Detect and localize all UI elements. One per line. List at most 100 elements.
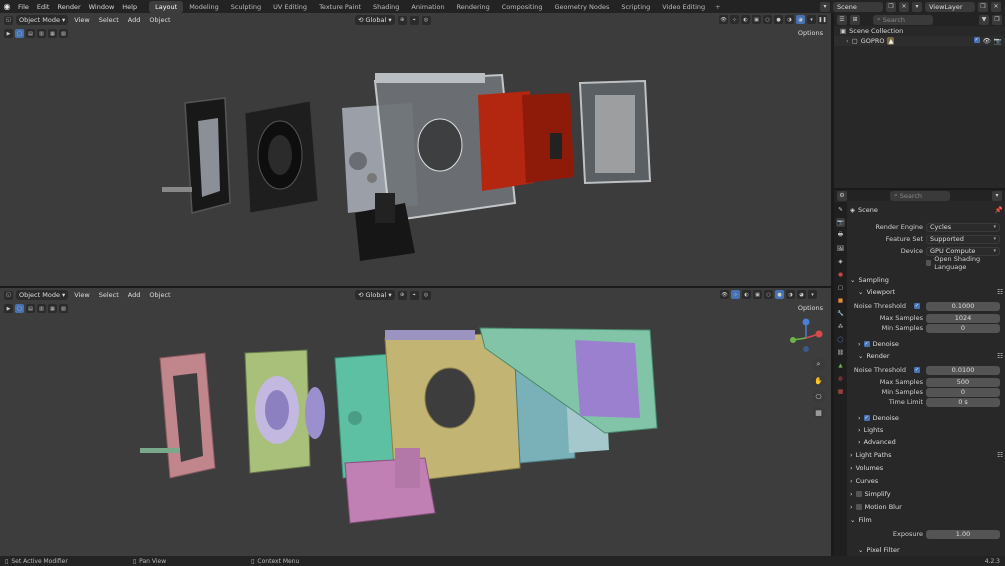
- outliner-editor-icon[interactable]: ☰: [837, 14, 847, 25]
- pan-hand-icon[interactable]: ✋: [812, 374, 825, 387]
- viewlayer-field[interactable]: ViewLayer: [925, 1, 975, 12]
- select-extend-icon[interactable]: ▤: [26, 304, 35, 313]
- shading-rendered-icon[interactable]: ◕: [796, 15, 805, 24]
- object-tab-icon[interactable]: ■: [836, 296, 845, 305]
- preset-list-icon[interactable]: ☷: [997, 352, 1003, 360]
- properties-editor-icon[interactable]: ⚙: [837, 190, 847, 201]
- editor-type-icon[interactable]: ◱: [4, 290, 13, 300]
- feature-set-select[interactable]: Supported ▾: [926, 234, 1000, 244]
- filter-icon[interactable]: ▼: [979, 14, 989, 25]
- new-viewlayer-icon[interactable]: ❐: [978, 1, 988, 12]
- r-noise-field[interactable]: 0.0100: [926, 365, 1000, 375]
- r-noise-checkbox[interactable]: ✓: [914, 367, 920, 373]
- tab-animation[interactable]: Animation: [405, 1, 450, 13]
- eye-icon[interactable]: 👁: [983, 37, 991, 45]
- viewlayer-browse-icon[interactable]: ▾: [912, 1, 922, 12]
- tab-scripting[interactable]: Scripting: [615, 1, 656, 13]
- pixel-filter-subpanel[interactable]: ⌄ Pixel Filter: [858, 544, 1003, 555]
- volumes-panel[interactable]: › Volumes: [850, 462, 1003, 473]
- viewport-rendered[interactable]: ◱ Object Mode ▾ View Select Add Object ⟲…: [0, 13, 831, 286]
- options-dropdown[interactable]: Options: [794, 29, 827, 38]
- properties-options-icon[interactable]: ▾: [992, 190, 1002, 201]
- menu-select[interactable]: Select: [96, 291, 122, 299]
- exposure-field[interactable]: 1.00: [926, 529, 1000, 539]
- visibility-icon[interactable]: 👁: [719, 15, 728, 24]
- shading-wireframe-icon[interactable]: ○: [764, 290, 773, 299]
- tab-compositing[interactable]: Compositing: [496, 1, 549, 13]
- shading-solid-icon[interactable]: ●: [774, 15, 783, 24]
- menu-view[interactable]: View: [71, 291, 92, 299]
- menu-add[interactable]: Add: [125, 291, 144, 299]
- snap-icon[interactable]: ⌖: [409, 290, 419, 300]
- viewport-subpanel[interactable]: ⌄ Viewport ☷: [858, 286, 1003, 297]
- zoom-icon[interactable]: ⌕: [812, 358, 825, 371]
- tab-sculpting[interactable]: Sculpting: [225, 1, 267, 13]
- menu-file[interactable]: File: [14, 3, 33, 11]
- editor-type-icon[interactable]: ◱: [4, 15, 13, 25]
- gizmo-toggle-icon[interactable]: ⊹: [730, 15, 739, 24]
- tab-uv-editing[interactable]: UV Editing: [267, 1, 313, 13]
- camera-icon[interactable]: 📷: [994, 37, 1002, 45]
- modifier-tab-icon[interactable]: 🔧: [836, 309, 845, 318]
- xray-icon[interactable]: ▣: [752, 15, 761, 24]
- shading-wireframe-icon[interactable]: ○: [763, 15, 772, 24]
- display-mode-icon[interactable]: ⊞: [850, 14, 860, 25]
- tool-tab-icon[interactable]: ✎: [836, 205, 845, 214]
- physics-tab-icon[interactable]: ◯: [836, 335, 845, 344]
- menu-render[interactable]: Render: [53, 3, 84, 11]
- vp-noise-checkbox[interactable]: ✓: [914, 303, 920, 309]
- menu-object[interactable]: Object: [146, 16, 173, 24]
- select-intersect-icon[interactable]: ▧: [59, 304, 68, 313]
- preset-list-icon[interactable]: ☷: [997, 288, 1003, 296]
- menu-view[interactable]: View: [71, 16, 92, 24]
- blender-logo-icon[interactable]: ◉: [0, 0, 14, 13]
- vp-max-samples-field[interactable]: 1024: [926, 313, 1000, 323]
- r-max-samples-field[interactable]: 500: [926, 377, 1000, 387]
- sampling-panel[interactable]: ⌄ Sampling: [850, 274, 1003, 285]
- shading-options-icon[interactable]: ▾: [807, 15, 816, 24]
- vp-denoise-subpanel[interactable]: › ✓ Denoise: [858, 338, 1003, 349]
- pause-render-icon[interactable]: ❚❚: [818, 15, 827, 24]
- menu-object[interactable]: Object: [146, 291, 173, 299]
- vp-min-samples-field[interactable]: 0: [926, 323, 1000, 333]
- navigation-gizmo[interactable]: [789, 318, 823, 352]
- r-denoise-checkbox[interactable]: ✓: [863, 414, 870, 421]
- data-tab-icon[interactable]: ▲: [836, 361, 845, 370]
- overlay-icon[interactable]: ◐: [741, 15, 750, 24]
- simplify-panel[interactable]: › Simplify: [850, 488, 1003, 499]
- menu-help[interactable]: Help: [118, 3, 141, 11]
- menu-add[interactable]: Add: [125, 16, 144, 24]
- shading-material-icon[interactable]: ◑: [785, 15, 794, 24]
- particles-tab-icon[interactable]: ⁂: [836, 322, 845, 331]
- render-tab-icon[interactable]: 📷: [836, 218, 845, 227]
- curves-panel[interactable]: › Curves: [850, 475, 1003, 486]
- light-paths-panel[interactable]: › Light Paths ☷: [850, 449, 1003, 460]
- motion-blur-checkbox[interactable]: [855, 503, 862, 510]
- scene-tab-icon[interactable]: ◈: [836, 257, 845, 266]
- play-icon[interactable]: ▶: [4, 304, 13, 313]
- pivot-icon[interactable]: ⊕: [397, 15, 407, 25]
- render-subpanel[interactable]: ⌄ Render ☷: [858, 350, 1003, 361]
- delete-scene-icon[interactable]: ✕: [899, 1, 909, 12]
- r-min-samples-field[interactable]: 0: [926, 387, 1000, 397]
- xray-icon[interactable]: ▣: [753, 290, 762, 299]
- expand-chevron-icon[interactable]: ›: [846, 37, 849, 45]
- select-box-icon[interactable]: ▢: [15, 29, 24, 38]
- vp-noise-field[interactable]: 0.1000: [926, 301, 1000, 311]
- add-workspace-icon[interactable]: +: [711, 3, 724, 11]
- options-dropdown[interactable]: Options: [794, 304, 827, 313]
- tab-shading[interactable]: Shading: [367, 1, 405, 13]
- select-box-icon[interactable]: ▢: [15, 304, 24, 313]
- play-icon[interactable]: ▶: [4, 29, 13, 38]
- mode-selector[interactable]: Object Mode ▾: [16, 290, 69, 300]
- select-invert-icon[interactable]: ▦: [48, 29, 57, 38]
- menu-window[interactable]: Window: [85, 3, 119, 11]
- proportional-icon[interactable]: ◎: [421, 15, 431, 25]
- new-scene-icon[interactable]: ❐: [886, 1, 896, 12]
- tab-video-editing[interactable]: Video Editing: [656, 1, 711, 13]
- list-item[interactable]: › ▢ GOPRO ▲ ✓ 👁 📷: [834, 36, 1005, 46]
- scene-collection-row[interactable]: ▣ Scene Collection: [834, 26, 1005, 36]
- advanced-subpanel[interactable]: › Advanced: [858, 436, 1003, 447]
- delete-viewlayer-icon[interactable]: ✕: [991, 1, 1001, 12]
- shading-rendered-icon[interactable]: ◕: [797, 290, 806, 299]
